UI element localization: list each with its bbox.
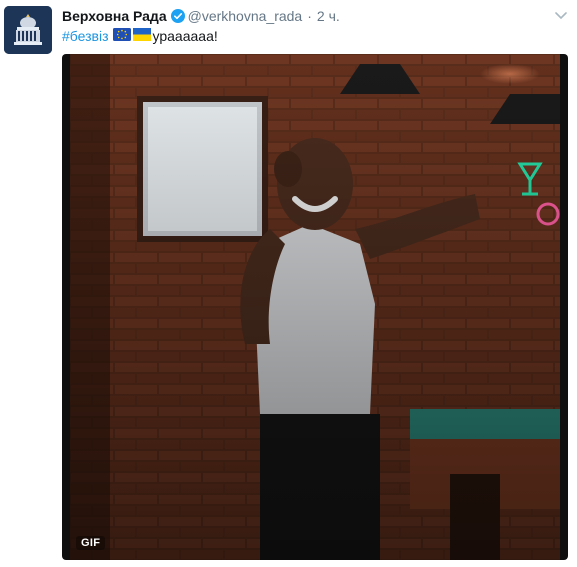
ukraine-flag-icon bbox=[132, 26, 151, 46]
tweet-body-text: ураааааа! bbox=[152, 28, 218, 44]
tweet: Верховна Рада @verkhovna_rada · 2 ч. #бе… bbox=[0, 0, 577, 567]
parliament-building-icon bbox=[4, 6, 52, 54]
hashtag-link[interactable]: #безвіз bbox=[62, 26, 109, 46]
author-handle[interactable]: @verkhovna_rada bbox=[188, 6, 303, 26]
tweet-timestamp[interactable]: 2 ч. bbox=[317, 6, 340, 26]
chevron-down-icon[interactable] bbox=[553, 8, 569, 24]
tweet-header: Верховна Рада @verkhovna_rada · 2 ч. bbox=[62, 6, 569, 26]
author-name[interactable]: Верховна Рада bbox=[62, 6, 167, 26]
dancing-man-image bbox=[70, 54, 560, 560]
gif-media[interactable]: GIF bbox=[62, 54, 568, 560]
tweet-text: #безвіз ураааааа! bbox=[62, 26, 567, 46]
separator-dot: · bbox=[307, 8, 312, 24]
gif-badge: GIF bbox=[76, 536, 106, 550]
gif-frame: GIF bbox=[70, 54, 560, 560]
eu-flag-icon bbox=[112, 26, 131, 46]
verified-badge-icon bbox=[170, 9, 185, 23]
avatar[interactable] bbox=[4, 6, 52, 54]
